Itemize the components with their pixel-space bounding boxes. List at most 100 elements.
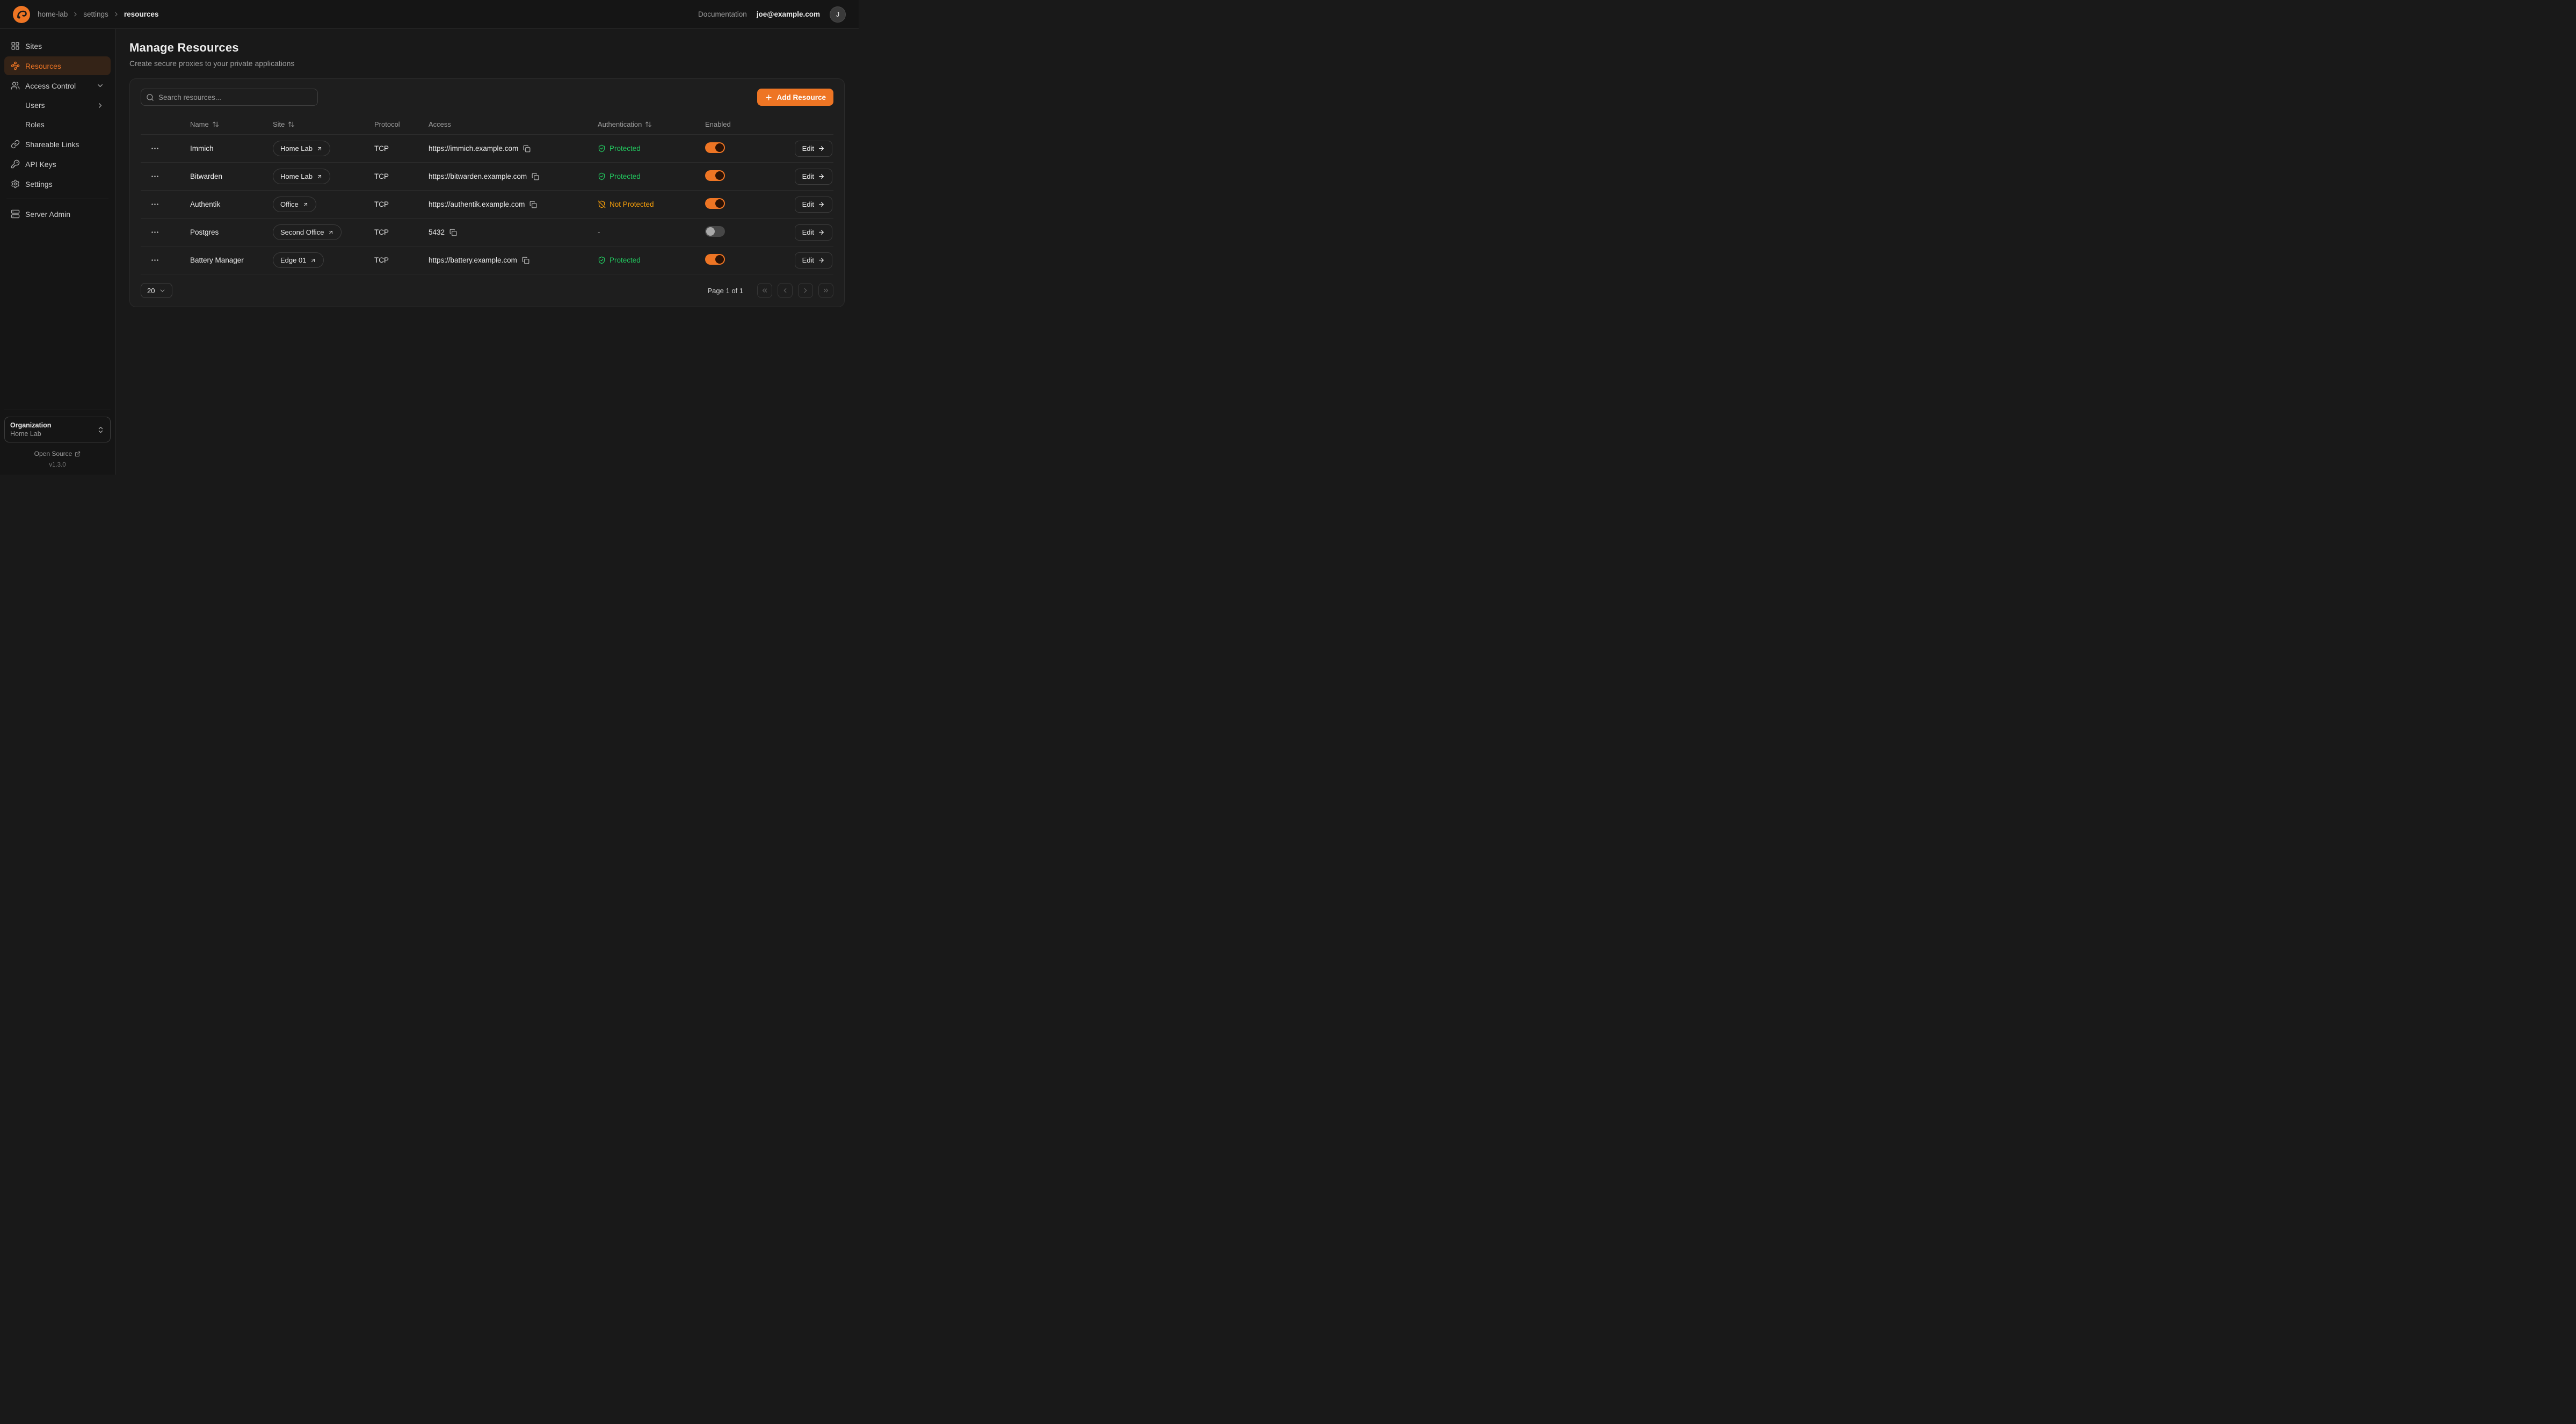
organization-value: Home Lab [10, 430, 51, 438]
gear-icon [11, 179, 20, 188]
breadcrumb-item-org[interactable]: home-lab [38, 10, 68, 18]
edit-button[interactable]: Edit [795, 169, 832, 185]
topbar: home-lab settings resources Documentatio… [0, 0, 859, 29]
breadcrumb-item-settings[interactable]: settings [83, 10, 108, 18]
table-footer: 20 Page 1 of 1 [141, 274, 833, 298]
row-menu-icon[interactable] [150, 256, 159, 265]
sidebar-item-resources[interactable]: Resources [4, 56, 111, 75]
documentation-link[interactable]: Documentation [698, 10, 747, 18]
edit-button[interactable]: Edit [795, 224, 832, 241]
sidebar-item-api-keys[interactable]: API Keys [4, 155, 111, 173]
chevron-right-icon [96, 101, 104, 110]
resource-name: Authentik [190, 200, 273, 208]
row-menu-icon[interactable] [150, 172, 159, 181]
sort-icon [645, 121, 652, 128]
auth-status: Protected [598, 256, 705, 264]
resource-name: Battery Manager [190, 256, 273, 264]
row-menu-icon[interactable] [150, 228, 159, 237]
next-page-button[interactable] [798, 283, 813, 298]
copy-icon[interactable] [529, 201, 537, 208]
row-menu-icon[interactable] [150, 144, 159, 153]
chevron-right-icon [113, 11, 120, 18]
copy-icon[interactable] [522, 257, 529, 264]
sidebar-item-label: Access Control [25, 82, 76, 90]
header-authentication[interactable]: Authentication [598, 120, 705, 128]
server-icon [11, 209, 20, 219]
sidebar: Sites Resources Access Control Users Rol… [0, 29, 115, 475]
last-page-button[interactable] [818, 283, 833, 298]
table-row: Immich Home Lab TCP https://immich.examp… [141, 135, 833, 163]
edit-button[interactable]: Edit [795, 197, 832, 213]
search-input[interactable] [141, 89, 318, 106]
resource-access: https://immich.example.com [429, 144, 518, 152]
organization-label: Organization [10, 422, 51, 429]
first-page-button[interactable] [757, 283, 772, 298]
enabled-toggle[interactable] [705, 226, 725, 237]
search-wrap [141, 89, 318, 106]
chevron-down-icon [159, 287, 166, 294]
breadcrumb: home-lab settings resources [38, 10, 158, 18]
resource-name: Immich [190, 144, 273, 152]
sidebar-item-roles[interactable]: Roles [4, 115, 111, 134]
sidebar-item-settings[interactable]: Settings [4, 175, 111, 193]
enabled-toggle[interactable] [705, 142, 725, 153]
table-row: Postgres Second Office TCP 5432 - Edit [141, 219, 833, 246]
arrow-up-right-icon [316, 173, 323, 180]
arrow-right-icon [818, 173, 825, 180]
link-icon [11, 140, 20, 149]
shield-check-icon [598, 172, 606, 180]
sidebar-item-label: Resources [25, 62, 61, 70]
sidebar-item-label: Sites [25, 42, 42, 50]
user-email[interactable]: joe@example.com [757, 10, 820, 18]
resources-card: Add Resource Name Site Protocol Access A… [129, 78, 845, 307]
sidebar-item-sites[interactable]: Sites [4, 37, 111, 55]
prev-page-button[interactable] [778, 283, 793, 298]
edit-button[interactable]: Edit [795, 252, 832, 268]
resources-toolbar: Add Resource [141, 89, 833, 106]
row-menu-icon[interactable] [150, 200, 159, 209]
resource-protocol: TCP [374, 172, 429, 180]
sidebar-item-access-control[interactable]: Access Control [4, 76, 111, 95]
add-resource-button[interactable]: Add Resource [757, 89, 833, 106]
chevron-right-icon [72, 11, 79, 18]
auth-status: Not Protected [598, 200, 705, 208]
chevron-down-icon [96, 82, 104, 90]
resource-access: https://battery.example.com [429, 256, 517, 264]
resource-name: Bitwarden [190, 172, 273, 180]
sidebar-item-users[interactable]: Users [4, 96, 111, 114]
site-link[interactable]: Home Lab [273, 169, 330, 184]
site-link[interactable]: Edge 01 [273, 252, 324, 268]
table-row: Bitwarden Home Lab TCP https://bitwarden… [141, 163, 833, 191]
arrow-up-right-icon [310, 257, 316, 264]
page-info: Page 1 of 1 [708, 287, 744, 295]
copy-icon[interactable] [523, 145, 531, 152]
app-logo-icon[interactable] [13, 6, 30, 23]
organization-picker[interactable]: Organization Home Lab [4, 417, 111, 442]
site-link[interactable]: Office [273, 197, 316, 212]
copy-icon[interactable] [532, 173, 539, 180]
resource-protocol: TCP [374, 200, 429, 208]
arrow-right-icon [818, 145, 825, 152]
avatar[interactable]: J [830, 6, 846, 23]
enabled-toggle[interactable] [705, 198, 725, 209]
resource-access: https://bitwarden.example.com [429, 172, 527, 180]
chevron-right-icon [802, 287, 809, 294]
enabled-toggle[interactable] [705, 170, 725, 181]
sidebar-item-shareable-links[interactable]: Shareable Links [4, 135, 111, 154]
page-size-select[interactable]: 20 [141, 283, 172, 298]
edit-button[interactable]: Edit [795, 141, 832, 157]
breadcrumb-item-resources: resources [124, 10, 159, 18]
site-link[interactable]: Home Lab [273, 141, 330, 156]
open-source-link[interactable]: Open Source [4, 450, 111, 457]
copy-icon[interactable] [449, 229, 457, 236]
shield-off-icon [598, 200, 606, 208]
sidebar-item-server-admin[interactable]: Server Admin [4, 205, 111, 223]
page-subtitle: Create secure proxies to your private ap… [129, 59, 845, 68]
table-row: Battery Manager Edge 01 TCP https://batt… [141, 246, 833, 274]
add-resource-label: Add Resource [777, 93, 826, 101]
open-source-label: Open Source [34, 450, 72, 457]
enabled-toggle[interactable] [705, 254, 725, 265]
site-link[interactable]: Second Office [273, 224, 342, 240]
header-site[interactable]: Site [273, 120, 374, 128]
header-name[interactable]: Name [190, 120, 273, 128]
